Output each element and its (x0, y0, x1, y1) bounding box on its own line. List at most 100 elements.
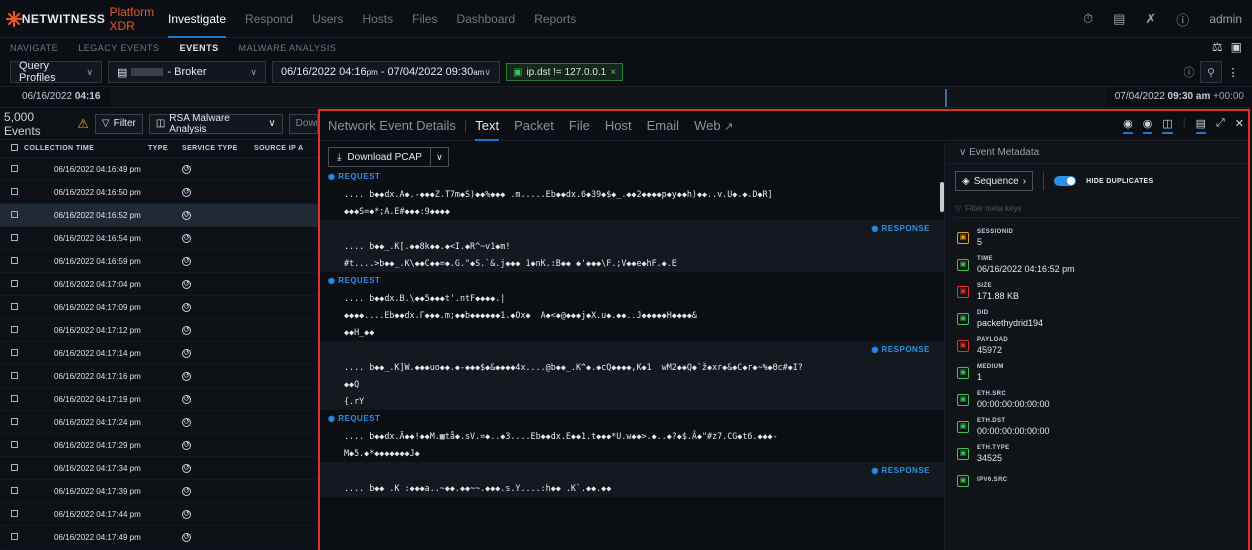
nav-hosts[interactable]: Hosts (362, 0, 393, 38)
analysis-select[interactable]: ◫ RSA Malware Analysis ∨ (148, 113, 283, 135)
table-row[interactable]: 06/16/2022 04:16:54 pm ↺ (0, 227, 318, 250)
date-range-select[interactable]: 06/16/2022 04:16 pm - 07/04/2022 09:30 a… (272, 61, 500, 83)
tab-email[interactable]: Email (647, 111, 680, 141)
subnav-malware-analysis[interactable]: MALWARE ANALYSIS (239, 43, 337, 53)
meta-row[interactable]: ▣ ETH.TYPE 34525 (945, 440, 1248, 467)
row-checkbox[interactable] (0, 348, 20, 358)
download-button[interactable]: Download (288, 113, 319, 134)
row-checkbox[interactable] (0, 509, 20, 519)
row-checkbox[interactable] (0, 532, 20, 542)
col-service-type[interactable]: SERVICE TYPE (182, 145, 254, 152)
tab-web[interactable]: Web ↗ (694, 111, 733, 141)
table-row[interactable]: 06/16/2022 04:17:19 pm ↺ (0, 388, 318, 411)
subnav-navigate[interactable]: NAVIGATE (10, 43, 58, 53)
response-label[interactable]: ◉ RESPONSE (320, 220, 944, 238)
split-view-icon[interactable]: ◫ (1162, 117, 1173, 134)
response-view-icon[interactable]: ◉ (1142, 117, 1153, 134)
nav-reports[interactable]: Reports (534, 0, 576, 38)
nav-investigate[interactable]: Investigate (168, 0, 227, 38)
request-label[interactable]: ◉ REQUEST (320, 168, 944, 186)
service-select[interactable]: ▤ - Broker ∨ (108, 61, 266, 83)
meta-row[interactable]: ▣ TIME 06/16/2022 04:16:52 pm (945, 251, 1248, 278)
row-checkbox[interactable] (0, 417, 20, 427)
event-metadata-header[interactable]: ∨ Event Metadata (945, 142, 1248, 164)
download-options-button[interactable]: ∨ (430, 147, 449, 167)
row-checkbox[interactable] (0, 210, 20, 220)
expand-icon[interactable]: ⤢ (1216, 117, 1225, 134)
meta-row[interactable]: ▣ PAYLOAD 45972 (945, 332, 1248, 359)
table-row[interactable]: 06/16/2022 04:17:39 pm ↺ (0, 480, 318, 503)
timeline[interactable]: 06/16/2022 04:16 pm 07/04/2022 09:30 am … (0, 86, 1252, 122)
search-icon[interactable]: ⚲ (1200, 61, 1222, 83)
row-checkbox[interactable] (0, 394, 20, 404)
nav-dashboard[interactable]: Dashboard (456, 0, 515, 38)
col-source-ip[interactable]: SOURCE IP A (254, 145, 318, 152)
subnav-events[interactable]: EVENTS (180, 43, 219, 53)
subnav-legacy-events[interactable]: LEGACY EVENTS (78, 43, 159, 53)
tab-text[interactable]: Text (475, 111, 500, 141)
timeline-marker[interactable] (945, 89, 947, 107)
table-row[interactable]: 06/16/2022 04:17:24 pm ↺ (0, 411, 318, 434)
filter-button[interactable]: ▽ Filter (94, 113, 143, 134)
tools-icon[interactable]: ✗ (1145, 11, 1156, 27)
row-checkbox[interactable] (0, 233, 20, 243)
request-label[interactable]: ◉ REQUEST (320, 272, 944, 290)
col-type[interactable]: TYPE (148, 145, 182, 152)
nav-respond[interactable]: Respond (245, 0, 293, 38)
table-row[interactable]: 06/16/2022 04:16:49 pm ↺ (0, 158, 318, 181)
response-label[interactable]: ◉ RESPONSE (320, 462, 944, 480)
meta-row[interactable]: ▣ ETH.SRC 00:00:00:00:00:00 (945, 386, 1248, 413)
logo[interactable]: NETWITNESS Platform XDR (0, 5, 168, 33)
request-view-icon[interactable]: ◉ (1123, 117, 1133, 134)
meta-row[interactable]: ▣ SESSIONID 5 (945, 224, 1248, 251)
meta-row[interactable]: ▣ DID packethydrid194 (945, 305, 1248, 332)
row-checkbox[interactable] (0, 302, 20, 312)
row-checkbox[interactable] (0, 463, 20, 473)
table-row[interactable]: 06/16/2022 04:17:29 pm ↺ (0, 434, 318, 457)
table-row[interactable]: 06/16/2022 04:17:34 pm ↺ (0, 457, 318, 480)
close-icon[interactable]: × (610, 67, 616, 78)
investigate-tool-icon[interactable]: ⚖ (1212, 40, 1223, 54)
table-row[interactable]: 06/16/2022 04:17:04 pm ↺ (0, 273, 318, 296)
filter-meta-keys-input[interactable]: ▽ Filter meta keys (955, 200, 1240, 218)
table-row[interactable]: 06/16/2022 04:17:44 pm ↺ (0, 503, 318, 526)
table-row[interactable]: 06/16/2022 04:17:09 pm ↺ (0, 296, 318, 319)
warning-icon[interactable]: ⚠ (77, 116, 89, 132)
row-checkbox[interactable] (0, 371, 20, 381)
table-row[interactable]: 06/16/2022 04:17:16 pm ↺ (0, 365, 318, 388)
meta-row[interactable]: ▣ MEDIUM 1 (945, 359, 1248, 386)
col-collection-time[interactable]: COLLECTION TIME (20, 145, 148, 152)
table-row[interactable]: 06/16/2022 04:17:14 pm ↺ (0, 342, 318, 365)
tab-host[interactable]: Host (605, 111, 632, 141)
table-row[interactable]: 06/16/2022 04:16:52 pm ↺ (0, 204, 318, 227)
tab-file[interactable]: File (569, 111, 590, 141)
query-filter-pill[interactable]: ▣ ip.dst != 127.0.0.1 × (506, 63, 624, 81)
nav-users[interactable]: Users (312, 0, 343, 38)
meta-row[interactable]: ▣ ETH.DST 00:00:00:00:00:00 (945, 413, 1248, 440)
download-pcap-button[interactable]: ⤓ Download PCAP (328, 147, 431, 167)
response-label[interactable]: ◉ RESPONSE (320, 341, 944, 359)
metadata-toggle-icon[interactable]: ▤ (1195, 117, 1206, 134)
timer-icon[interactable]: ⏱ (1083, 11, 1093, 27)
row-checkbox[interactable] (0, 164, 20, 174)
nav-files[interactable]: Files (412, 0, 437, 38)
hide-duplicates-toggle[interactable] (1054, 176, 1077, 186)
tab-packet[interactable]: Packet (514, 111, 554, 141)
notes-icon[interactable]: ▤ (1113, 11, 1125, 27)
help-icon[interactable]: ⓘ (1176, 10, 1189, 29)
user-menu[interactable]: admin (1209, 12, 1242, 26)
table-row[interactable]: 06/16/2022 04:17:12 pm ↺ (0, 319, 318, 342)
info-icon[interactable]: ⓘ (1178, 61, 1200, 83)
more-icon[interactable]: ⋮ (1222, 61, 1244, 83)
table-row[interactable]: 06/16/2022 04:16:50 pm ↺ (0, 181, 318, 204)
row-checkbox[interactable] (0, 325, 20, 335)
select-all-checkbox[interactable] (0, 144, 20, 153)
row-checkbox[interactable] (0, 279, 20, 289)
row-checkbox[interactable] (0, 486, 20, 496)
table-row[interactable]: 06/16/2022 04:16:59 pm ↺ (0, 250, 318, 273)
meta-row[interactable]: ▣ IPV6.SRC (945, 467, 1248, 494)
meta-row[interactable]: ▣ SIZE 171.88 KB (945, 278, 1248, 305)
close-icon[interactable]: ✕ (1235, 117, 1244, 134)
panel-toggle-icon[interactable]: ▣ (1231, 40, 1242, 54)
query-profiles-select[interactable]: Query Profiles ∨ (10, 60, 102, 84)
